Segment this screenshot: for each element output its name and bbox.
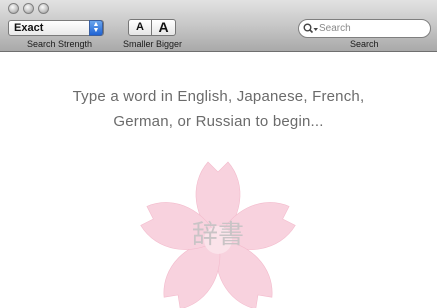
toolbar: Exact ▲ ▼ Search Strength A A Smaller Big… <box>0 0 437 52</box>
font-size-label: Smaller Bigger <box>123 39 183 49</box>
search-strength-value: Exact <box>14 22 44 34</box>
minimize-window-button[interactable] <box>23 3 34 14</box>
up-down-arrows-icon: ▲ ▼ <box>89 20 103 36</box>
search-label: Search <box>350 39 379 49</box>
search-strength-popup[interactable]: Exact ▲ ▼ <box>8 20 104 36</box>
search-input[interactable] <box>319 22 424 35</box>
close-window-button[interactable] <box>8 3 19 14</box>
prompt-line-1: Type a word in English, Japanese, French… <box>72 88 365 105</box>
dictionary-logo-text: 辞書 <box>191 220 244 250</box>
bigger-font-button[interactable]: A <box>151 19 176 36</box>
search-icon <box>303 23 318 34</box>
search-field[interactable] <box>298 19 431 38</box>
smaller-font-button[interactable]: A <box>128 19 152 36</box>
search-strength-label: Search Strength <box>27 39 93 49</box>
zoom-window-button[interactable] <box>38 3 49 14</box>
prompt-line-2: German, or Russian to begin... <box>113 113 324 130</box>
